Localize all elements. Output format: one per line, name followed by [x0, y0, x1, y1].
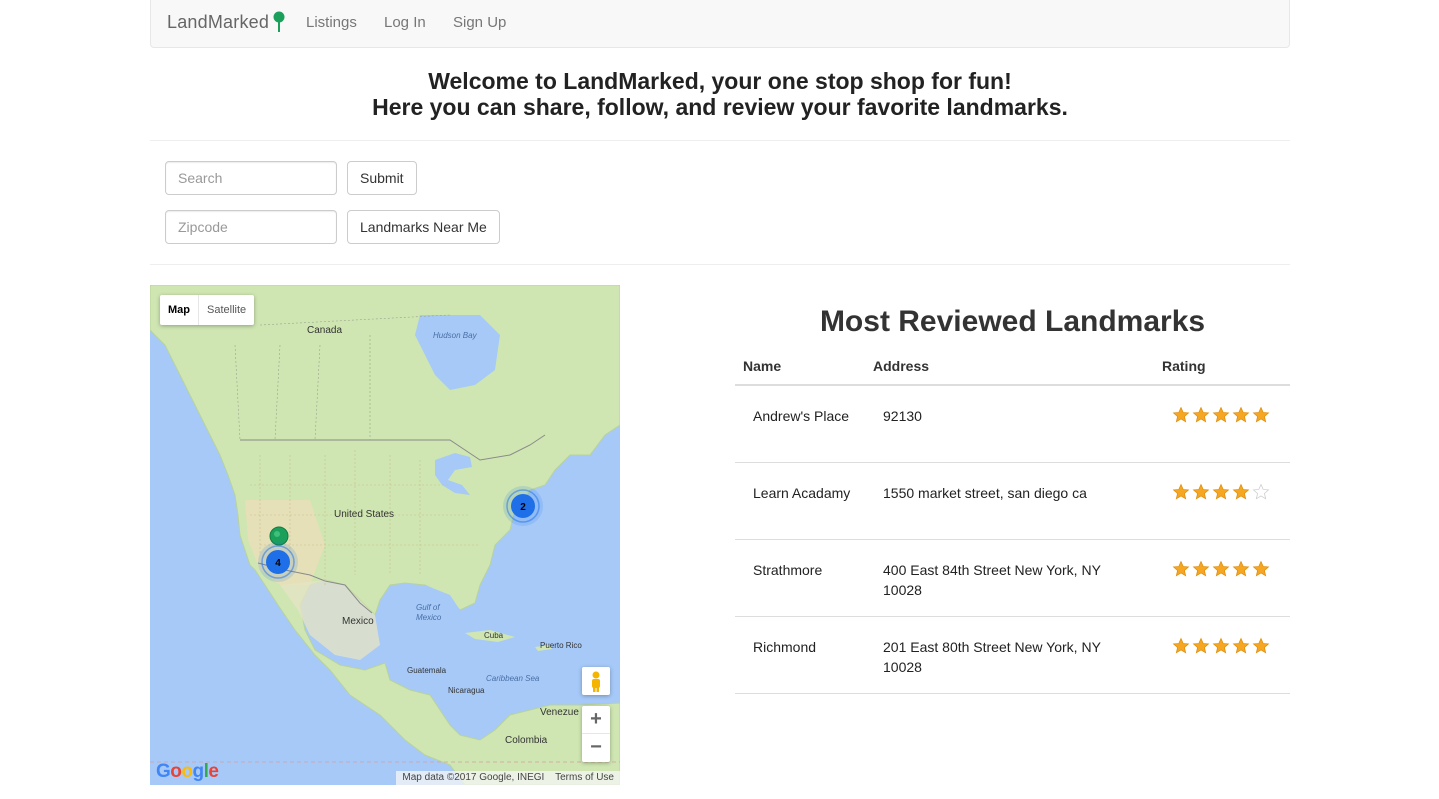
welcome-line-1: Welcome to LandMarked, your one stop sho… — [428, 68, 1012, 94]
landmark-address: 201 East 80th Street New York, NY 10028 — [883, 639, 1101, 675]
table-row[interactable]: Strathmore 400 East 84th Street New York,… — [735, 540, 1290, 617]
table-row[interactable]: Learn Acadamy 1550 market street, san die… — [735, 463, 1290, 540]
cluster-marker-west[interactable]: 4 — [258, 542, 298, 582]
map-label-hudson-bay: Hudson Bay — [433, 331, 478, 340]
column-header-rating: Rating — [1162, 358, 1206, 374]
star-filled-icon — [1232, 560, 1250, 577]
zoom-in-button[interactable]: + — [582, 706, 610, 734]
map-label-gulf-line-2: Mexico — [416, 613, 442, 622]
landmark-name[interactable]: Andrew's Place — [753, 406, 863, 426]
map-canvas[interactable]: Canada Hudson Bay United States Mexico G… — [150, 285, 620, 785]
star-filled-icon — [1172, 406, 1190, 423]
map-label-colombia: Colombia — [505, 735, 548, 746]
star-filled-icon — [1172, 637, 1190, 654]
map-label-gulf-line-1: Gulf of — [416, 603, 440, 612]
zipcode-input[interactable] — [165, 210, 337, 244]
map-label-cuba: Cuba — [484, 631, 504, 640]
table-row[interactable]: Richmond 201 East 80th Street New York, N… — [735, 617, 1290, 694]
street-view-button[interactable] — [582, 667, 610, 695]
most-reviewed-title: Most Reviewed Landmarks — [819, 305, 1206, 338]
map-label-guatemala: Guatemala — [407, 666, 447, 675]
google-logo[interactable]: Google — [156, 761, 219, 783]
rating-stars — [1171, 637, 1271, 655]
navbar: LandMarked Listings Log In Sign Up — [150, 0, 1290, 48]
map-label-united-states: United States — [334, 509, 394, 520]
star-filled-icon — [1212, 637, 1230, 654]
welcome-heading: Welcome to LandMarked, your one stop sho… — [150, 68, 1290, 120]
zoom-control: + − — [582, 706, 610, 762]
divider — [150, 140, 1290, 141]
star-empty-icon — [1252, 483, 1270, 500]
map-type-satellite-button[interactable]: Satellite — [199, 295, 254, 325]
map-label-mexico: Mexico — [342, 616, 374, 627]
landmark-address: 92130 — [883, 408, 922, 424]
map-data-text: Map data ©2017 Google, INEGI — [402, 772, 545, 783]
nav-link-listings[interactable]: Listings — [306, 14, 357, 31]
divider — [150, 264, 1290, 265]
rating-stars — [1171, 560, 1271, 578]
map-label-nicaragua: Nicaragua — [448, 686, 485, 695]
cluster-east-count: 2 — [520, 502, 526, 513]
pegman-icon — [592, 671, 600, 692]
search-input[interactable] — [165, 161, 337, 195]
map-label-caribbean-sea: Caribbean Sea — [486, 674, 540, 683]
landmarks-near-me-button[interactable]: Landmarks Near Me — [347, 210, 500, 244]
column-header-name: Name — [743, 358, 782, 374]
landmark-name[interactable]: Strathmore — [753, 560, 863, 580]
rating-stars — [1171, 406, 1271, 424]
star-filled-icon — [1212, 560, 1230, 577]
zoom-out-button[interactable]: − — [582, 734, 610, 762]
landmark-name[interactable]: Richmond — [753, 637, 863, 657]
map-pin-icon — [273, 11, 285, 32]
star-filled-icon — [1252, 637, 1270, 654]
star-filled-icon — [1192, 560, 1210, 577]
terms-of-use-link[interactable]: Terms of Use — [555, 772, 614, 783]
map-attribution: Map data ©2017 Google, INEGI Terms of Us… — [396, 771, 620, 785]
map-label-puerto-rico: Puerto Rico — [540, 641, 582, 650]
star-filled-icon — [1192, 406, 1210, 423]
star-filled-icon — [1252, 406, 1270, 423]
star-filled-icon — [1212, 406, 1230, 423]
star-filled-icon — [1232, 637, 1250, 654]
nav-link-login[interactable]: Log In — [384, 14, 426, 31]
column-header-address: Address — [873, 358, 930, 374]
star-filled-icon — [1212, 483, 1230, 500]
google-map[interactable]: Canada Hudson Bay United States Mexico G… — [150, 285, 620, 785]
star-filled-icon — [1172, 483, 1190, 500]
rating-stars — [1171, 483, 1271, 501]
star-filled-icon — [1192, 483, 1210, 500]
cluster-marker-east[interactable]: 2 — [503, 486, 543, 526]
star-filled-icon — [1232, 483, 1250, 500]
cluster-west-count: 4 — [275, 558, 281, 569]
map-type-control: Map Satellite — [160, 295, 255, 325]
welcome-line-2: Here you can share, follow, and review y… — [372, 94, 1068, 120]
map-type-map-button[interactable]: Map — [160, 295, 199, 325]
star-filled-icon — [1172, 560, 1190, 577]
landmark-address: 1550 market street, san diego ca — [883, 485, 1087, 501]
nav-link-signup[interactable]: Sign Up — [453, 14, 506, 31]
landmark-name[interactable]: Learn Acadamy — [753, 483, 863, 503]
star-filled-icon — [1192, 637, 1210, 654]
star-filled-icon — [1232, 406, 1250, 423]
submit-button[interactable]: Submit — [347, 161, 417, 195]
star-filled-icon — [1252, 560, 1270, 577]
landmark-address: 400 East 84th Street New York, NY 10028 — [883, 562, 1101, 598]
table-row[interactable]: Andrew's Place 92130 — [735, 386, 1290, 463]
map-label-canada: Canada — [307, 325, 342, 336]
map-label-venezuela: Venezue — [540, 707, 579, 718]
brand-logo[interactable]: LandMarked — [167, 12, 269, 33]
